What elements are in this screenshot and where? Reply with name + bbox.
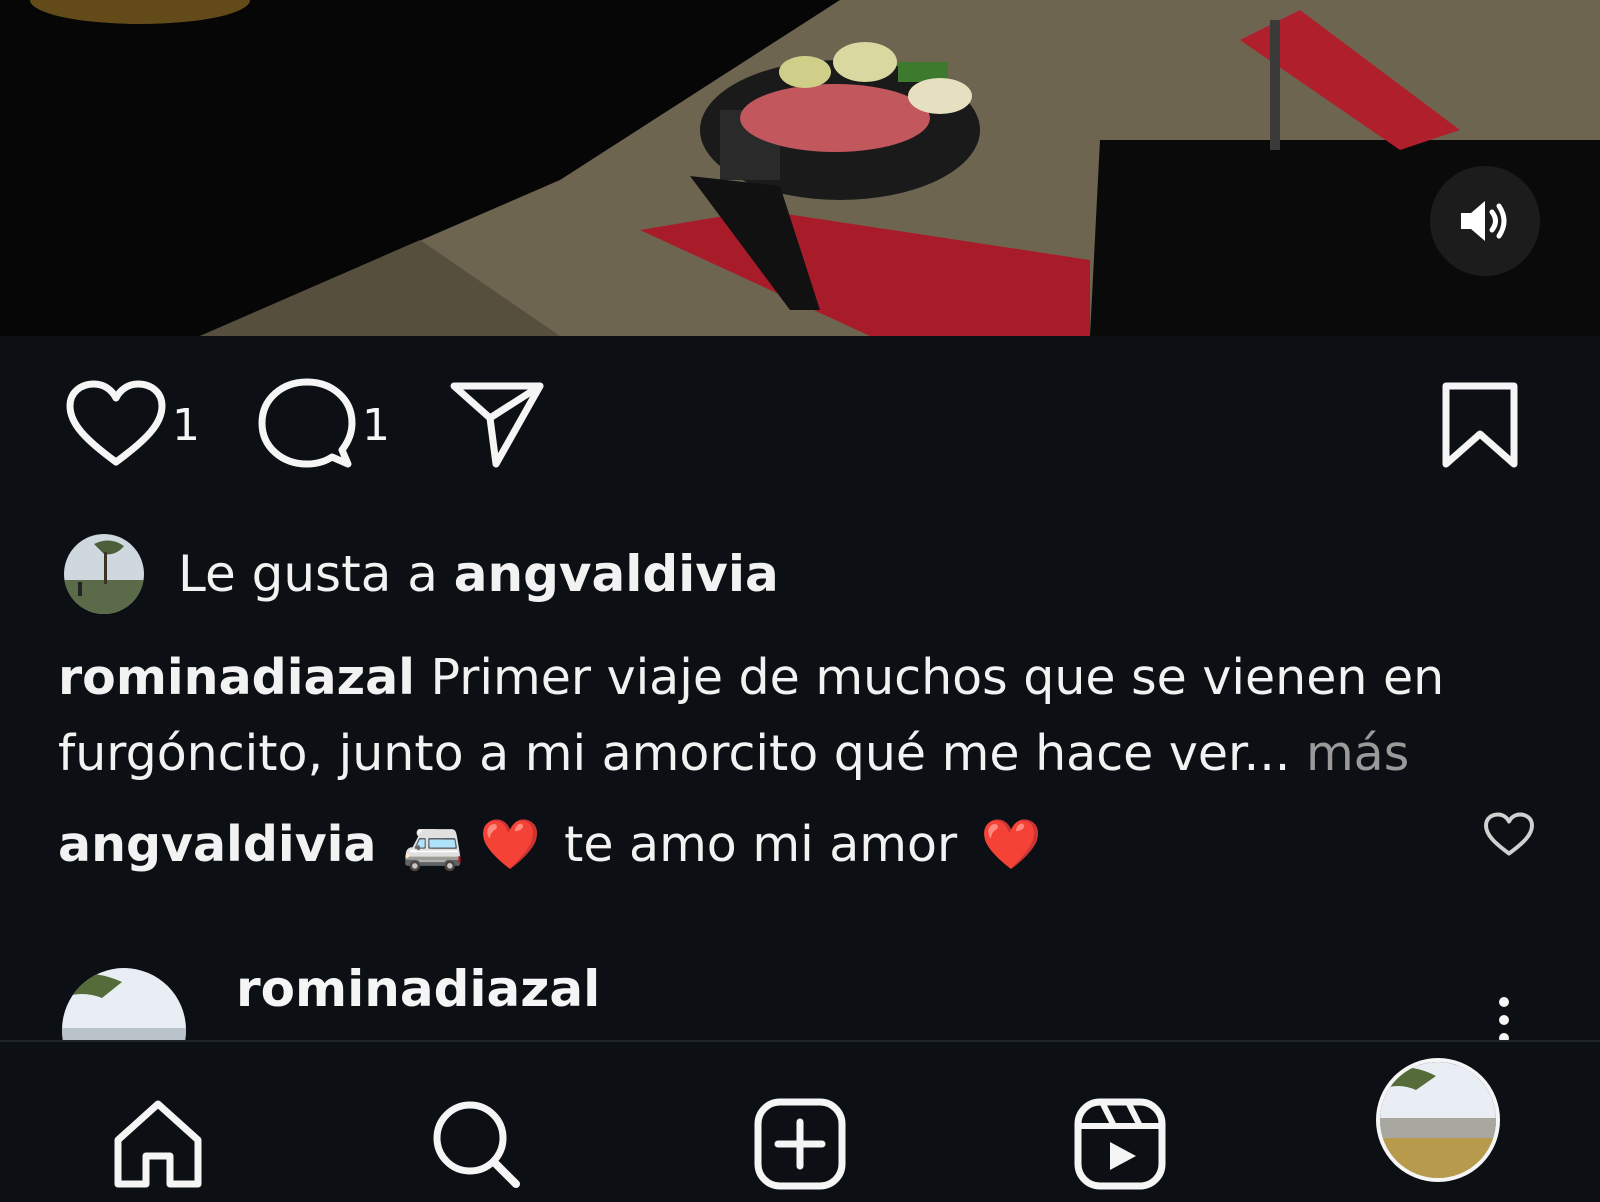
comments-count[interactable]: 1 <box>362 400 390 451</box>
sound-toggle-button[interactable] <box>1430 166 1540 276</box>
nav-profile[interactable] <box>1376 1058 1500 1182</box>
home-icon[interactable] <box>110 1096 206 1192</box>
heart-emoji-2: ❤️ <box>980 815 1042 873</box>
like-action[interactable]: 1 <box>66 370 200 480</box>
comment-bubble-icon[interactable] <box>258 376 356 474</box>
create-icon[interactable] <box>752 1096 848 1192</box>
reels-icon[interactable] <box>1072 1096 1168 1192</box>
profile-avatar[interactable] <box>1376 1058 1500 1182</box>
liked-by-prefix: Le gusta a <box>178 545 454 603</box>
save-action[interactable] <box>1440 370 1520 480</box>
next-post-header: rominadiazal <box>0 960 1600 1092</box>
paper-plane-icon[interactable] <box>450 380 546 470</box>
heart-icon[interactable] <box>66 380 166 470</box>
liked-by-row[interactable]: Le gusta a angvaldivia <box>64 534 779 614</box>
nav-search[interactable] <box>428 1096 524 1192</box>
share-action[interactable] <box>450 370 546 480</box>
comment-username[interactable]: angvaldivia <box>58 816 377 873</box>
nav-home[interactable] <box>110 1096 206 1192</box>
heart-icon[interactable] <box>1484 812 1534 858</box>
avatar-image <box>64 534 144 614</box>
bottom-navigation <box>0 1040 1600 1202</box>
search-icon[interactable] <box>428 1096 524 1192</box>
liked-by-text: Le gusta a angvaldivia <box>178 545 779 603</box>
post-media[interactable] <box>0 0 1600 336</box>
comment-like-button[interactable] <box>1484 812 1534 862</box>
comment-row: angvaldivia 🚐 ❤️ te amo mi amor ❤️ <box>58 806 1050 882</box>
vertical-dots-icon[interactable] <box>1494 996 1514 1044</box>
post-caption: rominadiazal Primer viaje de muchos que … <box>58 640 1528 792</box>
heart-emoji: ❤️ <box>479 815 541 873</box>
speaker-icon <box>1461 201 1507 241</box>
caption-username[interactable]: rominadiazal <box>58 649 415 706</box>
likes-count[interactable]: 1 <box>172 400 200 451</box>
comment-action[interactable]: 1 <box>258 370 390 480</box>
next-post-username[interactable]: rominadiazal <box>236 960 600 1018</box>
caption-more-link[interactable]: más <box>1290 725 1409 782</box>
liked-by-avatar[interactable] <box>64 534 144 614</box>
comment-text: te amo mi amor <box>548 815 973 873</box>
liked-by-username[interactable]: angvaldivia <box>454 545 779 603</box>
post-actions-bar: 1 1 <box>0 370 1600 480</box>
van-emoji: 🚐 <box>402 815 464 873</box>
nav-reels[interactable] <box>1072 1096 1168 1192</box>
nav-create[interactable] <box>752 1096 848 1192</box>
post-video-frame <box>0 0 1600 336</box>
avatar-image <box>1380 1062 1496 1178</box>
bookmark-icon[interactable] <box>1440 380 1520 470</box>
